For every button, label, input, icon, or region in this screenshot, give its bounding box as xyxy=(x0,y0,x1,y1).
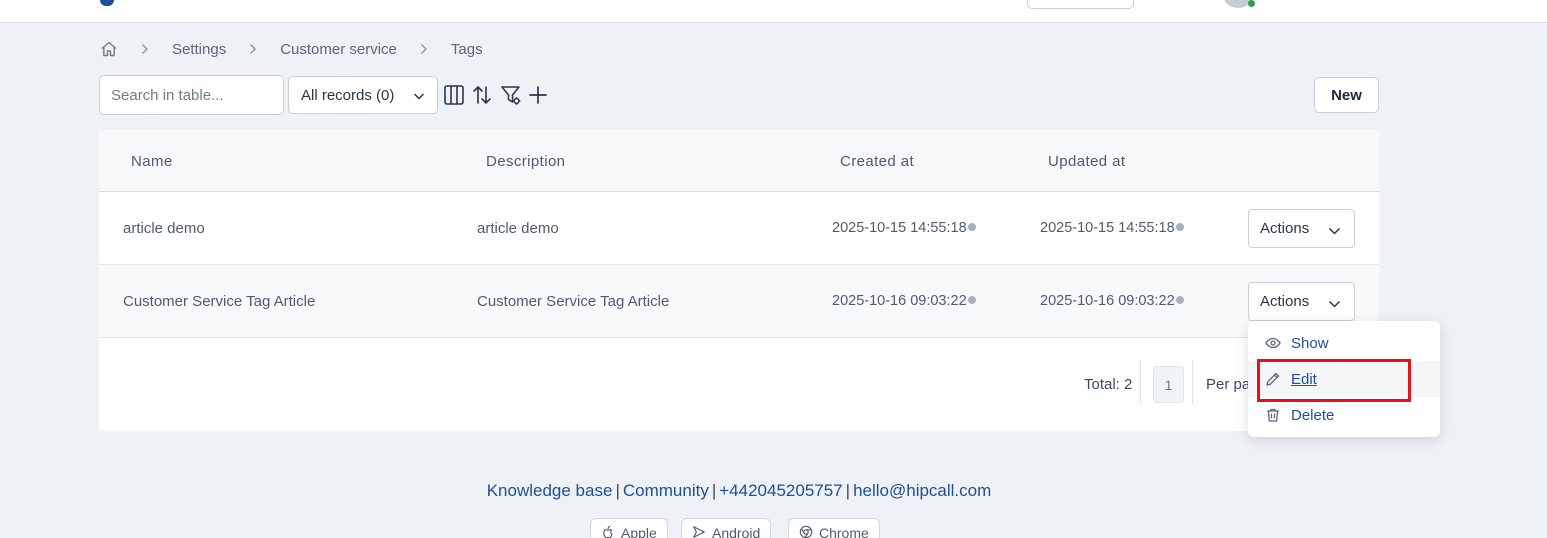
apple-store-button[interactable]: Apple xyxy=(590,518,668,538)
chrome-store-button[interactable]: Chrome xyxy=(788,518,880,538)
records-filter-label: All records (0) xyxy=(301,86,395,104)
per-page-label[interactable]: Per pa xyxy=(1206,376,1250,393)
menu-item-show[interactable]: Show xyxy=(1248,325,1440,361)
tags-table: Name Description Created at Updated at a… xyxy=(99,130,1379,431)
chrome-icon xyxy=(799,525,813,538)
chevron-right-icon xyxy=(249,43,257,55)
breadcrumb-tags: Tags xyxy=(450,40,483,58)
online-status-dot xyxy=(1248,0,1255,7)
apple-icon xyxy=(601,525,615,538)
menu-item-edit[interactable]: Edit xyxy=(1248,361,1440,397)
table-row: Customer Service Tag Article Customer Se… xyxy=(99,265,1379,338)
actions-button[interactable]: Actions xyxy=(1248,282,1355,321)
column-header-updated-at[interactable]: Updated at xyxy=(1048,153,1125,170)
add-icon[interactable] xyxy=(527,84,549,106)
menu-item-label: Show xyxy=(1291,334,1329,352)
column-header-name[interactable]: Name xyxy=(131,153,173,170)
cell-name: article demo xyxy=(123,220,205,237)
android-store-button[interactable]: Android xyxy=(681,518,772,538)
updated-at-value: 2025-10-15 14:55:18 xyxy=(1040,220,1175,236)
info-icon[interactable] xyxy=(967,223,976,231)
info-icon[interactable] xyxy=(967,296,976,304)
breadcrumb: Settings Customer service Tags xyxy=(100,39,483,59)
chevron-down-icon xyxy=(1328,297,1341,309)
footer-link-knowledge-base[interactable]: Knowledge base xyxy=(487,481,613,500)
footer-link-email[interactable]: hello@hipcall.com xyxy=(853,481,991,500)
eye-icon xyxy=(1265,335,1281,351)
columns-icon[interactable] xyxy=(443,84,465,106)
page-button[interactable]: 1 xyxy=(1153,366,1184,403)
search-input[interactable] xyxy=(99,75,284,115)
filter-settings-icon[interactable] xyxy=(500,84,522,106)
cell-updated-at: 2025-10-16 09:03:22 xyxy=(1040,293,1184,309)
chevron-right-icon xyxy=(420,43,428,55)
breadcrumb-customer-service[interactable]: Customer service xyxy=(280,41,397,58)
top-bar-button[interactable] xyxy=(1027,0,1134,9)
android-store-label: Android xyxy=(712,525,761,538)
new-button[interactable]: New xyxy=(1314,77,1379,113)
pagination-total: Total: 2 xyxy=(1084,376,1133,393)
breadcrumb-settings[interactable]: Settings xyxy=(172,41,226,58)
cell-created-at: 2025-10-16 09:03:22 xyxy=(832,293,976,309)
trash-icon xyxy=(1265,407,1281,423)
separator: | xyxy=(615,481,620,500)
cell-name: Customer Service Tag Article xyxy=(123,293,316,310)
actions-label: Actions xyxy=(1260,293,1310,310)
records-filter-select[interactable]: All records (0) xyxy=(288,76,438,114)
menu-item-label: Edit xyxy=(1291,370,1317,388)
table-toolbar: All records (0) New xyxy=(99,75,1379,115)
top-bar xyxy=(0,0,1547,23)
home-icon[interactable] xyxy=(100,40,118,58)
menu-item-label: Delete xyxy=(1291,406,1335,424)
cell-updated-at: 2025-10-15 14:55:18 xyxy=(1040,220,1184,236)
table-row: article demo article demo 2025-10-15 14:… xyxy=(99,192,1379,265)
actions-dropdown-menu: Show Edit Delete xyxy=(1248,321,1440,437)
created-at-value: 2025-10-15 14:55:18 xyxy=(832,220,967,236)
cell-description: article demo xyxy=(477,220,559,237)
actions-label: Actions xyxy=(1260,220,1310,237)
separator: | xyxy=(711,481,717,500)
info-icon[interactable] xyxy=(1175,296,1184,304)
sort-icon[interactable] xyxy=(471,84,493,106)
column-header-created-at[interactable]: Created at xyxy=(840,153,914,170)
chevron-down-icon xyxy=(1328,224,1341,236)
updated-at-value: 2025-10-16 09:03:22 xyxy=(1040,293,1175,309)
apple-store-label: Apple xyxy=(621,525,657,538)
pencil-icon xyxy=(1265,371,1281,387)
separator: | xyxy=(845,481,851,500)
chevron-right-icon xyxy=(141,43,149,55)
table-header: Name Description Created at Updated at xyxy=(99,130,1379,192)
cell-description: Customer Service Tag Article xyxy=(477,293,670,310)
divider xyxy=(1140,360,1141,404)
chevron-down-icon xyxy=(413,89,425,101)
cell-created-at: 2025-10-15 14:55:18 xyxy=(832,220,976,236)
column-header-description[interactable]: Description xyxy=(486,153,565,170)
divider xyxy=(1192,360,1193,404)
created-at-value: 2025-10-16 09:03:22 xyxy=(832,293,967,309)
logo[interactable] xyxy=(100,0,114,6)
actions-button[interactable]: Actions xyxy=(1248,209,1355,248)
info-icon[interactable] xyxy=(1175,223,1184,231)
menu-item-delete[interactable]: Delete xyxy=(1248,397,1440,433)
footer-link-community[interactable]: Community xyxy=(623,481,709,500)
footer-link-phone[interactable]: +442045205757 xyxy=(719,481,842,500)
android-icon xyxy=(692,525,706,538)
footer-links: Knowledge base | Community | +442045205757 | h… xyxy=(0,481,1478,501)
chrome-store-label: Chrome xyxy=(819,525,869,538)
